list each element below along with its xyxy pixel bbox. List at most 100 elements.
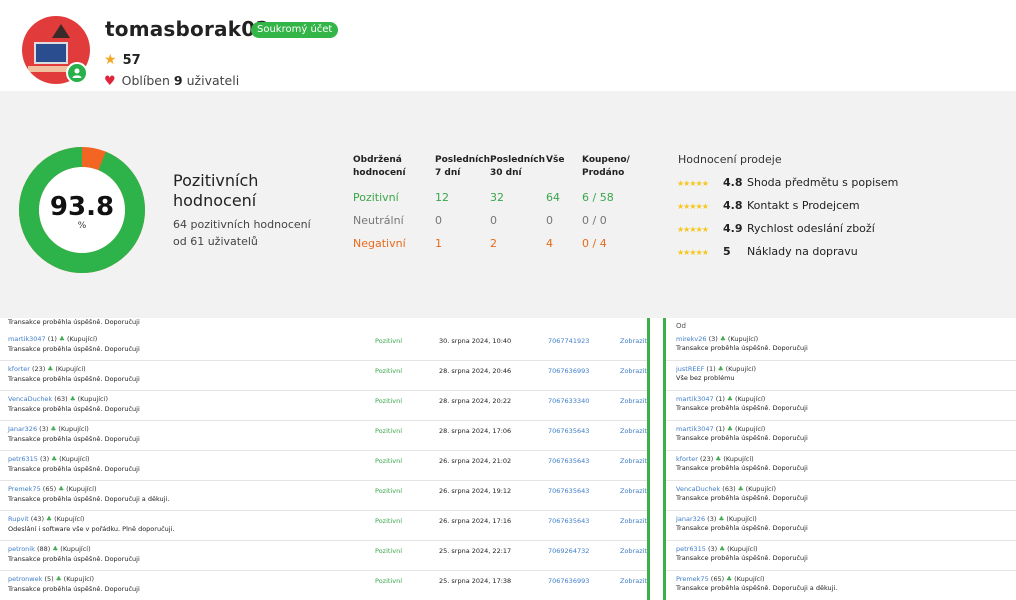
user-link[interactable]: martik3047 xyxy=(676,395,714,403)
from-column-header: Od xyxy=(676,322,686,330)
user-role: (Kupující) xyxy=(66,335,98,343)
item-number-link[interactable]: 7067636993 xyxy=(548,367,589,375)
item-number-link[interactable]: 7067635643 xyxy=(548,427,589,435)
item-number-link[interactable]: 7067635643 xyxy=(548,457,589,465)
user-score: (88) xyxy=(36,545,51,553)
user-score: (63) xyxy=(722,485,736,493)
table-row: petr6315 (3) ♣ (Kupující) Transakce probě… xyxy=(0,451,647,481)
show-link[interactable]: Zobrazit xyxy=(620,427,647,435)
list-item: martik3047 (1) ♣ (Kupující) Transakce pro… xyxy=(666,391,1016,421)
arrow-graphic xyxy=(52,24,70,38)
user-link[interactable]: petronwek xyxy=(8,575,42,583)
feedback-user: kforter (23) ♣ (Kupující) xyxy=(676,455,754,463)
show-link[interactable]: Zobrazit xyxy=(620,487,647,495)
item-number-link[interactable]: 7067633340 xyxy=(548,397,589,405)
user-link[interactable]: Rupvit xyxy=(8,515,29,523)
show-link[interactable]: Zobrazit xyxy=(620,517,647,525)
date-text: 26. srpna 2024, 19:12 xyxy=(439,487,512,495)
leaf-icon: ♣ xyxy=(737,485,744,493)
star-icon: ★ xyxy=(104,52,117,68)
comment-text: Transakce proběhla úspěšně. Doporučuji xyxy=(8,318,140,326)
liked-prefix: Oblíben xyxy=(121,73,170,88)
date-text: 30. srpna 2024, 10:40 xyxy=(439,337,512,345)
date-text: 26. srpna 2024, 21:02 xyxy=(439,457,512,465)
row-negative-30d: 2 xyxy=(490,237,497,250)
item-number-link[interactable]: 7067635643 xyxy=(548,487,589,495)
feedback-user: mirekv26 (3) ♣ (Kupující) xyxy=(676,335,758,343)
comment-text: Vše bez problému xyxy=(676,374,735,382)
user-link[interactable]: Premek75 xyxy=(8,485,41,493)
stars-icon: ★★★★★ xyxy=(677,178,709,188)
leaf-icon: ♣ xyxy=(46,515,52,523)
feedback-list-left[interactable]: Transakce proběhla úspěšně. Doporučuji m… xyxy=(0,318,650,600)
seller-rating-row: ★★★★★ 5 Náklady na dopravu xyxy=(677,245,858,259)
comment-text: Transakce proběhla úspěšně. Doporučuji xyxy=(8,585,140,593)
show-link[interactable]: Zobrazit xyxy=(620,397,647,405)
comment-text: Transakce proběhla úspěšně. Doporučuji xyxy=(8,375,140,383)
comment-text: Odeslání i software vše v pořádku. Plně … xyxy=(8,525,175,533)
seller-rating-value: 4.9 xyxy=(723,222,743,235)
show-link[interactable]: Zobrazit xyxy=(620,367,647,375)
user-role: (Kupující) xyxy=(725,365,756,373)
stars-icon: ★★★★★ xyxy=(677,247,709,257)
table-row: Premek75 (65) ♣ (Kupující) Transakce prob… xyxy=(0,481,647,511)
col-header-all: Vše xyxy=(546,155,565,165)
show-link[interactable]: Zobrazit xyxy=(620,577,647,585)
user-link[interactable]: VencaDuchek xyxy=(8,395,52,403)
item-number-link[interactable]: 7067741923 xyxy=(548,337,589,345)
user-role: (Kupující) xyxy=(54,515,85,523)
row-positive-all: 64 xyxy=(546,191,560,204)
user-role: (Kupující) xyxy=(745,485,776,493)
show-link[interactable]: Zobrazit xyxy=(620,457,647,465)
user-link[interactable]: petr6315 xyxy=(8,455,38,463)
user-role: (Kupující) xyxy=(727,545,758,553)
rating-value: 57 xyxy=(122,53,141,68)
comment-text: Transakce proběhla úspěšně. Doporučuji xyxy=(676,494,808,502)
user-score: (1) xyxy=(715,395,725,403)
profile-header: tomasborak02 Soukromý účet ★ 57 ♥ Oblíben … xyxy=(0,0,1016,91)
leaf-icon: ♣ xyxy=(726,575,733,583)
positive-percent: 93.8 xyxy=(49,192,115,222)
seller-rating-label: Kontakt s Prodejcem xyxy=(747,199,860,212)
show-link[interactable]: Zobrazit xyxy=(620,547,647,555)
user-score: (65) xyxy=(42,485,57,493)
row-neutral-all: 0 xyxy=(546,214,553,227)
user-link[interactable]: petronik xyxy=(8,545,35,553)
user-link[interactable]: mirekv26 xyxy=(676,335,707,343)
leaf-icon: ♣ xyxy=(69,395,76,403)
item-number-link[interactable]: 7069264732 xyxy=(548,547,589,555)
row-positive-ratio: 6 / 58 xyxy=(582,191,614,204)
monitor-graphic xyxy=(34,42,68,64)
feedback-list-right[interactable]: Od mirekv26 (3) ♣ (Kupující) Transakce pr… xyxy=(663,318,1016,600)
user-link[interactable]: martik3047 xyxy=(676,425,714,433)
stars-icon: ★★★★★ xyxy=(677,201,709,211)
liked-line: ♥ Oblíben 9 uživateli xyxy=(104,73,239,89)
user-link[interactable]: justREEF xyxy=(676,365,704,373)
leaf-icon: ♣ xyxy=(715,455,722,463)
comment-text: Transakce proběhla úspěšně. Doporučuji a… xyxy=(8,495,170,503)
user-link[interactable]: Janar326 xyxy=(8,425,37,433)
feedback-user: Premek75 (65) ♣ (Kupující) xyxy=(676,575,764,583)
user-link[interactable]: kforter xyxy=(8,365,30,373)
stars-icon: ★★★★★ xyxy=(677,224,709,234)
leaf-icon: ♣ xyxy=(717,365,724,373)
user-link[interactable]: martik3047 xyxy=(8,335,46,343)
table-row: Rupvit (43) ♣ (Kupující) Odeslání i softw… xyxy=(0,511,647,541)
user-link[interactable]: Premek75 xyxy=(676,575,709,583)
leaf-icon: ♣ xyxy=(727,425,733,433)
user-role: (Kupující) xyxy=(734,425,766,433)
item-number-link[interactable]: 7067635643 xyxy=(548,517,589,525)
col-header-7days: Posledních 7 dní xyxy=(435,155,491,178)
user-link[interactable]: kforter xyxy=(676,455,698,463)
user-score: (1) xyxy=(715,425,725,433)
user-link[interactable]: Janar326 xyxy=(676,515,705,523)
comment-text: Transakce proběhla úspěšně. Doporučuji xyxy=(8,435,140,443)
comment-text: Transakce proběhla úspěšně. Doporučuji xyxy=(676,464,808,472)
show-link[interactable]: Zobrazit xyxy=(620,337,647,345)
item-number-link[interactable]: 7067636993 xyxy=(548,577,589,585)
comment-text: Transakce proběhla úspěšně. Doporučuji xyxy=(676,554,808,562)
user-link[interactable]: VencaDuchek xyxy=(676,485,720,493)
user-link[interactable]: petr6315 xyxy=(676,545,706,553)
liked-count: 9 xyxy=(173,73,183,88)
user-role: (Kupující) xyxy=(59,455,90,463)
